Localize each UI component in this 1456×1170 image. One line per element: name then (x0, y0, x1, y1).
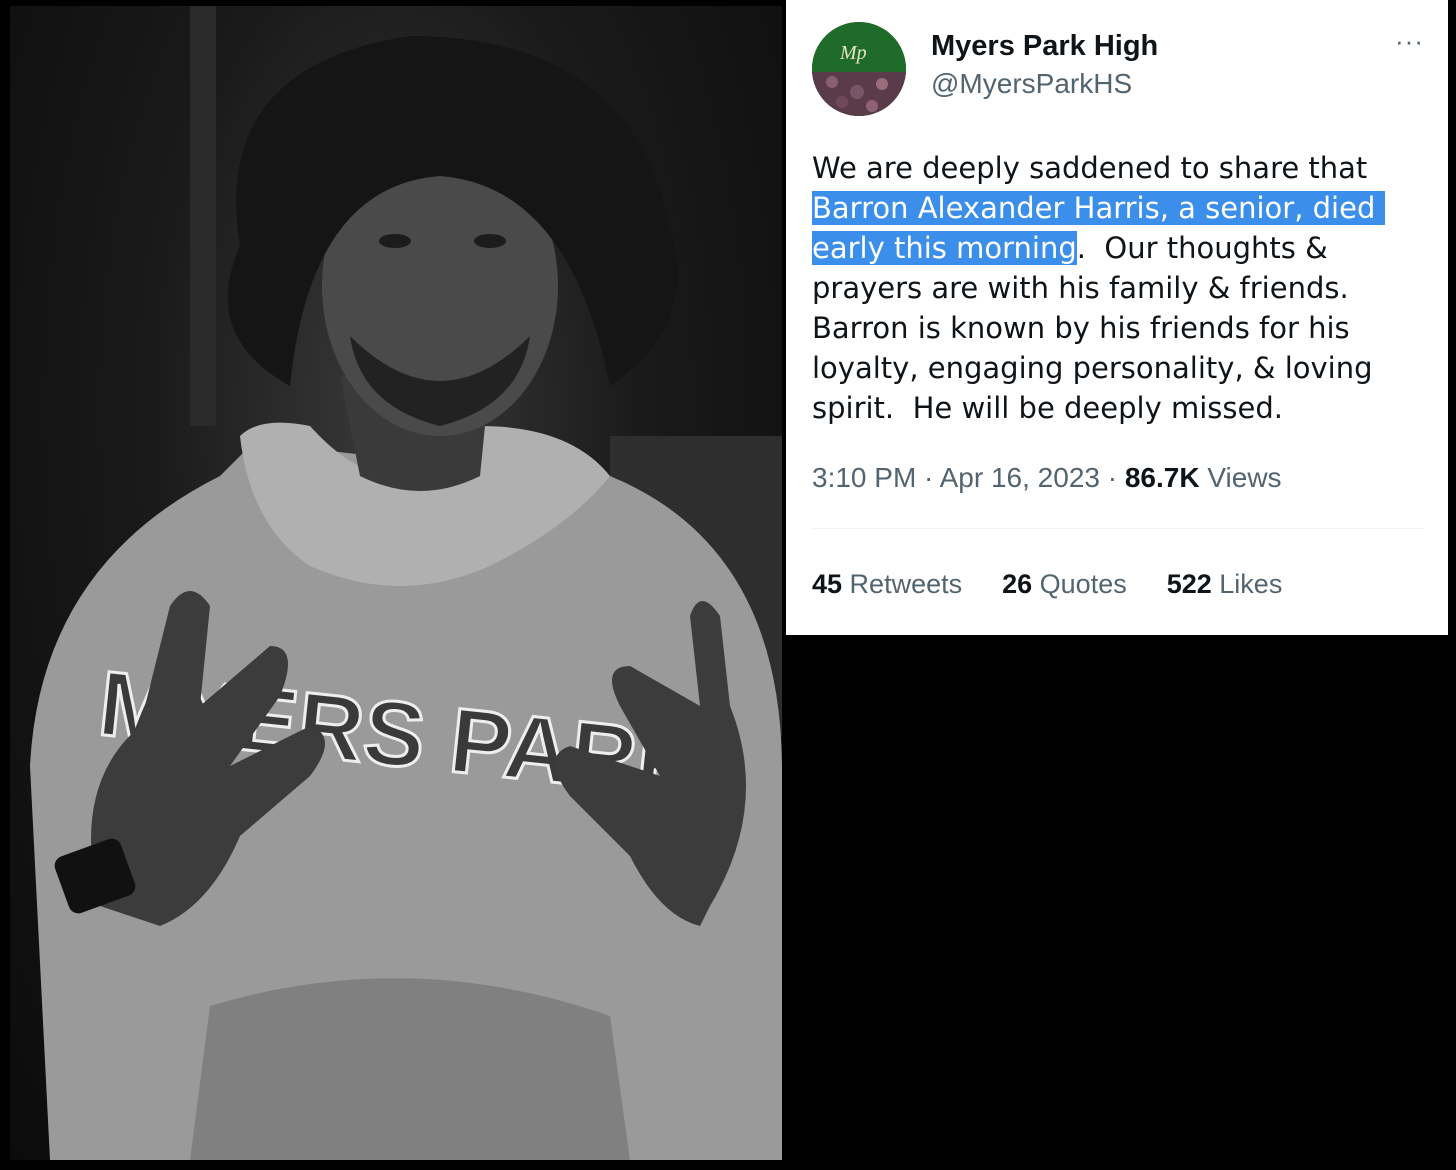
screenshot-canvas: MYERS PARK Mp Myers Park High @MyersPark… (0, 0, 1456, 1170)
meta-separator: · (916, 462, 940, 493)
meta-separator: · (1099, 462, 1125, 493)
profile-avatar[interactable]: Mp (812, 22, 906, 116)
tweet-text: We are deeply saddened to share that Bar… (812, 148, 1432, 428)
tweet-meta: 3:10 PM · Apr 16, 2023 · 86.7K Views (812, 458, 1282, 498)
likes-count: 522 (1166, 569, 1212, 599)
quotes-link[interactable]: 26 Quotes (1002, 564, 1127, 604)
author-block: Myers Park High @MyersParkHS (931, 28, 1158, 102)
avatar-logo-text: Mp (840, 42, 867, 64)
retweets-count: 45 (812, 569, 843, 599)
user-handle[interactable]: @MyersParkHS (931, 66, 1158, 102)
display-name[interactable]: Myers Park High (931, 28, 1158, 64)
engagement-stats: 45 Retweets 26 Quotes 522 Likes (812, 564, 1282, 604)
quotes-count: 26 (1002, 569, 1033, 599)
divider (812, 528, 1424, 529)
likes-label: Likes (1211, 569, 1283, 599)
more-options-icon[interactable]: ··· (1395, 26, 1424, 57)
retweets-label: Retweets (842, 569, 963, 599)
tweet-card: Mp Myers Park High @MyersParkHS ··· We a… (786, 0, 1448, 635)
photo-illustration: MYERS PARK (30, 6, 782, 1160)
likes-link[interactable]: 522 Likes (1167, 564, 1283, 604)
student-photo: MYERS PARK (10, 6, 782, 1160)
tweet-date[interactable]: Apr 16, 2023 (940, 462, 1100, 493)
retweets-link[interactable]: 45 Retweets (812, 564, 962, 604)
views-label: Views (1199, 462, 1282, 493)
avatar-image (812, 22, 906, 116)
tweet-text-intro: We are deeply saddened to share that (812, 151, 1377, 185)
tweet-time[interactable]: 3:10 PM (812, 462, 916, 493)
quotes-label: Quotes (1032, 569, 1127, 599)
views-count: 86.7K (1124, 462, 1200, 493)
